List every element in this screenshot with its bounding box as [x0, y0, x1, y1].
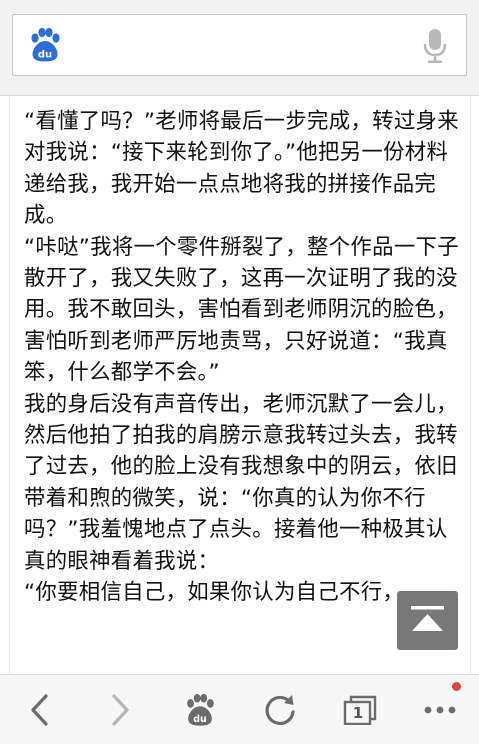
svg-text:du: du — [38, 50, 52, 61]
notification-dot — [452, 682, 461, 691]
tabs-icon: 1 — [343, 695, 377, 725]
tab-count: 1 — [352, 704, 364, 722]
baidu-paw-icon[interactable]: du — [27, 27, 63, 63]
article-text: “看懂了吗？”老师将最后一步完成，转过身来对我说：“接下来轮到你了。”他把另一份… — [24, 106, 460, 609]
back-icon — [31, 694, 48, 726]
back-button[interactable] — [0, 675, 80, 744]
browser-screen: du “看懂了吗？”老师将最后一步完成，转过身来对我说：“接下来轮到你了。”他把… — [0, 0, 479, 744]
search-box[interactable]: du — [12, 14, 467, 76]
article-content: “看懂了吗？”老师将最后一步完成，转过身来对我说：“接下来轮到你了。”他把另一份… — [9, 96, 471, 674]
bottom-toolbar: du 1 — [0, 674, 479, 744]
top-search-bar: du — [0, 0, 479, 96]
search-input[interactable] — [77, 25, 411, 67]
arrow-up-to-top-icon — [411, 606, 444, 631]
refresh-button[interactable] — [240, 675, 320, 744]
baidu-home-button[interactable]: du — [160, 675, 240, 744]
more-button[interactable] — [400, 675, 479, 744]
forward-button[interactable] — [80, 675, 160, 744]
back-to-top-button[interactable] — [397, 591, 458, 650]
refresh-icon — [265, 695, 295, 725]
tabs-button[interactable]: 1 — [320, 675, 400, 744]
article-paragraph: “你要相信自己，如果你认为自己不行， — [24, 580, 405, 606]
svg-text:du: du — [193, 714, 206, 725]
microphone-icon[interactable] — [422, 28, 448, 64]
more-icon — [424, 706, 456, 714]
forward-icon — [112, 694, 129, 726]
article-paragraph: “咔哒”我将一个零件掰裂了，整个作品一下子散开了，我又失败了，这再一次证明了我的… — [24, 234, 459, 386]
article-paragraph: 我的身后没有声音传出，老师沉默了一会儿，然后他拍了拍我的肩膀示意我转过头去，我转… — [24, 391, 458, 574]
article-paragraph: “看懂了吗？”老师将最后一步完成，转过身来对我说：“接下来轮到你了。”他把另一份… — [24, 109, 459, 229]
baidu-home-icon: du — [187, 693, 214, 726]
